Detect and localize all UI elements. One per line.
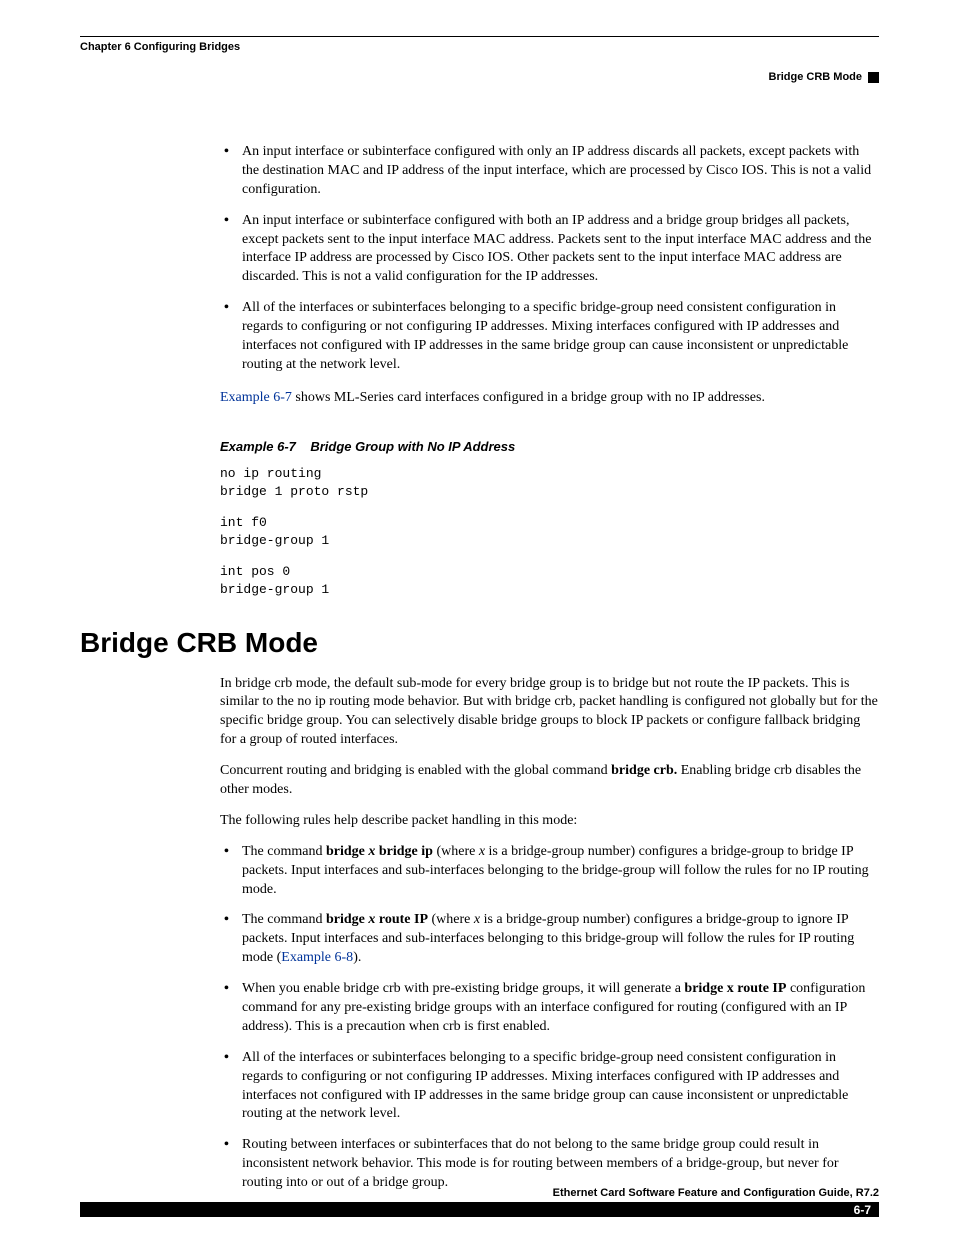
page-footer: Ethernet Card Software Feature and Confi… — [80, 1187, 879, 1217]
bold-run: route IP — [375, 912, 428, 927]
text-run: The command — [242, 844, 326, 859]
intro-bullets: An input interface or subinterface confi… — [220, 143, 879, 375]
bold-run: bridge crb. — [611, 763, 677, 778]
bullet-item: All of the interfaces or subinterfaces b… — [220, 299, 879, 375]
example-6-8-link[interactable]: Example 6-8 — [281, 950, 353, 965]
bullet-item: An input interface or subinterface confi… — [220, 212, 879, 288]
page-number: 6-7 — [854, 1203, 871, 1217]
code-block: int pos 0 bridge-group 1 — [220, 563, 879, 598]
bold-run: bridge ip — [375, 844, 433, 859]
bullet-item: When you enable bridge crb with pre-exis… — [220, 980, 879, 1037]
text-run: Concurrent routing and bridging is enabl… — [220, 763, 611, 778]
footer-bar: 6-7 — [80, 1202, 879, 1217]
bullet-item: All of the interfaces or subinterfaces b… — [220, 1049, 879, 1125]
text-run: (where — [428, 912, 474, 927]
bold-run: bridge — [326, 844, 368, 859]
example-6-7-link[interactable]: Example 6-7 — [220, 390, 292, 405]
header-chapter: Chapter 6 Configuring Bridges — [80, 41, 879, 53]
section-heading: Bridge CRB Mode — [80, 627, 879, 659]
body-content: An input interface or subinterface confi… — [220, 143, 879, 599]
text-run: When you enable bridge crb with pre-exis… — [242, 981, 684, 996]
code-block: no ip routing bridge 1 proto rstp — [220, 465, 879, 500]
text-run: The command — [242, 912, 326, 927]
header-section: Bridge CRB Mode — [769, 71, 863, 83]
bullet-item: Routing between interfaces or subinterfa… — [220, 1136, 879, 1193]
bold-run: bridge x route IP — [684, 981, 786, 996]
bullet-item: The command bridge x bridge ip (where x … — [220, 843, 879, 900]
crb-bullets: The command bridge x bridge ip (where x … — [220, 843, 879, 1193]
header-square-icon — [868, 72, 879, 83]
bullet-item: An input interface or subinterface confi… — [220, 143, 879, 200]
bold-run: bridge — [326, 912, 368, 927]
text-run: ). — [353, 950, 361, 965]
example-caption: Example 6-7 Bridge Group with No IP Addr… — [220, 438, 879, 456]
footer-side-rule — [80, 1210, 102, 1211]
bullet-item: The command bridge x route IP (where x i… — [220, 911, 879, 968]
page-header: Chapter 6 Configuring Bridges Bridge CRB… — [80, 37, 879, 83]
text-run: (where — [433, 844, 479, 859]
example-number: Example 6-7 — [220, 439, 296, 454]
example-title: Bridge Group with No IP Address — [310, 439, 515, 454]
example-ref-paragraph: Example 6-7 shows ML-Series card interfa… — [220, 389, 879, 408]
paragraph: The following rules help describe packet… — [220, 812, 879, 831]
code-block: int f0 bridge-group 1 — [220, 514, 879, 549]
paragraph: In bridge crb mode, the default sub-mode… — [220, 675, 879, 751]
text-run: shows ML-Series card interfaces configur… — [292, 390, 765, 405]
crb-section: In bridge crb mode, the default sub-mode… — [220, 675, 879, 1193]
footer-title: Ethernet Card Software Feature and Confi… — [80, 1187, 879, 1202]
paragraph: Concurrent routing and bridging is enabl… — [220, 762, 879, 800]
